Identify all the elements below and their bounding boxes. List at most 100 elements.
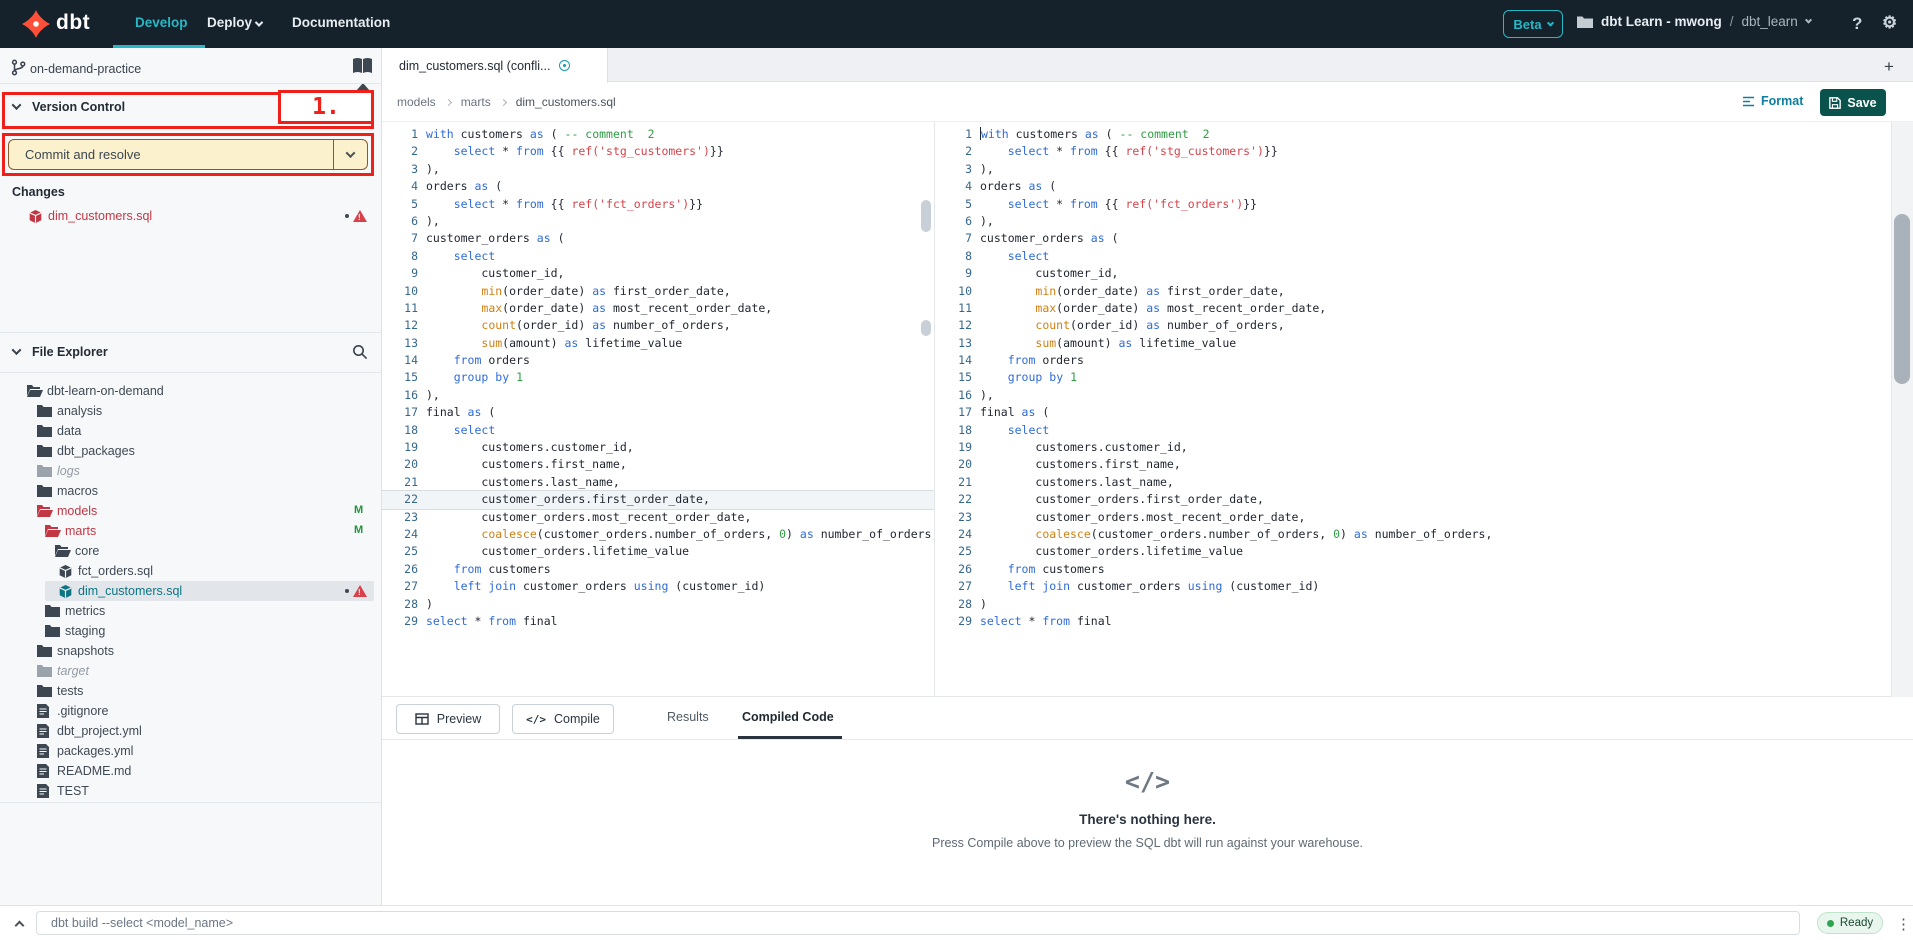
- code-line-25[interactable]: 25 customer_orders.lifetime_value: [382, 543, 934, 560]
- tree-item--gitignore[interactable]: .gitignore: [0, 701, 380, 721]
- tree-item-dbt-packages[interactable]: dbt_packages: [0, 441, 380, 461]
- code-line-18[interactable]: 18 select: [936, 422, 1891, 439]
- code-line-27[interactable]: 27 left join customer_orders using (cust…: [936, 578, 1891, 595]
- tree-item-core[interactable]: core: [0, 541, 380, 561]
- code-line-13[interactable]: 13 sum(amount) as lifetime_value: [382, 335, 934, 352]
- code-line-12[interactable]: 12 count(order_id) as number_of_orders,: [382, 317, 934, 334]
- code-line-3[interactable]: 3),: [936, 161, 1891, 178]
- compile-button[interactable]: </> Compile: [512, 704, 614, 734]
- code-line-8[interactable]: 8 select: [936, 248, 1891, 265]
- code-line-17[interactable]: 17final as (: [936, 404, 1891, 421]
- code-pane-right[interactable]: 1with customers as ( -- comment 22 selec…: [936, 122, 1891, 697]
- code-line-2[interactable]: 2 select * from {{ ref('stg_customers')}…: [936, 143, 1891, 160]
- code-line-14[interactable]: 14 from orders: [936, 352, 1891, 369]
- code-line-13[interactable]: 13 sum(amount) as lifetime_value: [936, 335, 1891, 352]
- settings-gear-icon[interactable]: ⚙: [1882, 13, 1897, 33]
- tree-item-tests[interactable]: tests: [0, 681, 380, 701]
- code-line-9[interactable]: 9 customer_id,: [936, 265, 1891, 282]
- dbt-logo-icon[interactable]: [22, 10, 50, 38]
- tree-item-data[interactable]: data: [0, 421, 380, 441]
- tree-item-logs[interactable]: logs: [0, 461, 380, 481]
- code-line-20[interactable]: 20 customers.first_name,: [382, 456, 934, 473]
- code-line-1[interactable]: 1with customers as ( -- comment 2: [936, 126, 1891, 143]
- save-button[interactable]: Save: [1820, 89, 1886, 116]
- nav-develop[interactable]: Develop: [135, 15, 188, 30]
- code-line-14[interactable]: 14 from orders: [382, 352, 934, 369]
- code-line-29[interactable]: 29select * from final: [936, 613, 1891, 630]
- code-line-1[interactable]: 1with customers as ( -- comment 2: [382, 126, 934, 143]
- tree-item-staging[interactable]: staging: [0, 621, 380, 641]
- code-line-29[interactable]: 29select * from final: [382, 613, 934, 630]
- code-line-23[interactable]: 23 customer_orders.most_recent_order_dat…: [382, 509, 934, 526]
- code-line-10[interactable]: 10 min(order_date) as first_order_date,: [936, 283, 1891, 300]
- code-line-19[interactable]: 19 customers.customer_id,: [936, 439, 1891, 456]
- code-line-16[interactable]: 16),: [382, 387, 934, 404]
- code-line-19[interactable]: 19 customers.customer_id,: [382, 439, 934, 456]
- breadcrumb-file[interactable]: dim_customers.sql: [516, 95, 616, 109]
- tree-item-models[interactable]: modelsM: [0, 501, 380, 521]
- tree-item-readme-md[interactable]: README.md: [0, 761, 380, 781]
- code-line-24[interactable]: 24 coalesce(customer_orders.number_of_or…: [936, 526, 1891, 543]
- code-line-7[interactable]: 7customer_orders as (: [382, 230, 934, 247]
- nav-deploy[interactable]: Deploy: [207, 15, 262, 30]
- tree-item-dbt-learn-on-demand[interactable]: dbt-learn-on-demand: [0, 381, 380, 401]
- tree-item-fct-orders-sql[interactable]: fct_orders.sql: [0, 561, 380, 581]
- code-line-5[interactable]: 5 select * from {{ ref('fct_orders')}}: [936, 196, 1891, 213]
- code-line-15[interactable]: 15 group by 1: [936, 369, 1891, 386]
- code-line-15[interactable]: 15 group by 1: [382, 369, 934, 386]
- code-line-4[interactable]: 4orders as (: [936, 178, 1891, 195]
- code-line-3[interactable]: 3),: [382, 161, 934, 178]
- tree-item-dbt-project-yml[interactable]: dbt_project.yml: [0, 721, 380, 741]
- tab-dim-customers[interactable]: dim_customers.sql (confli...: [382, 48, 608, 83]
- account-switcher[interactable]: dbt Learn - mwong / dbt_learn: [1577, 14, 1811, 29]
- tree-item-test[interactable]: TEST: [0, 781, 380, 801]
- code-line-9[interactable]: 9 customer_id,: [382, 265, 934, 282]
- right-scrollbar-thumb[interactable]: [1894, 214, 1910, 384]
- code-line-27[interactable]: 27 left join customer_orders using (cust…: [382, 578, 934, 595]
- code-line-8[interactable]: 8 select: [382, 248, 934, 265]
- code-line-6[interactable]: 6),: [936, 213, 1891, 230]
- tree-item-marts[interactable]: martsM: [0, 521, 380, 541]
- tab-results[interactable]: Results: [667, 710, 709, 724]
- tree-item-metrics[interactable]: metrics: [0, 601, 380, 621]
- code-line-23[interactable]: 23 customer_orders.most_recent_order_dat…: [936, 509, 1891, 526]
- code-line-26[interactable]: 26 from customers: [936, 561, 1891, 578]
- collapse-chevron-up-icon[interactable]: [15, 921, 25, 931]
- kebab-menu-icon[interactable]: ⋮: [1896, 915, 1911, 933]
- new-tab-plus-icon[interactable]: +: [1884, 57, 1894, 77]
- breadcrumb-marts[interactable]: marts: [461, 95, 491, 109]
- code-line-22[interactable]: 22 customer_orders.first_order_date,: [382, 491, 934, 508]
- help-icon[interactable]: ?: [1852, 14, 1862, 34]
- left-pane-scrollbar-thumb[interactable]: [921, 200, 931, 232]
- code-line-21[interactable]: 21 customers.last_name,: [936, 474, 1891, 491]
- code-pane-left[interactable]: 1with customers as ( -- comment 22 selec…: [382, 122, 935, 697]
- breadcrumb-models[interactable]: models: [397, 95, 436, 109]
- beta-dropdown[interactable]: Beta: [1503, 10, 1563, 38]
- code-line-12[interactable]: 12 count(order_id) as number_of_orders,: [936, 317, 1891, 334]
- code-line-25[interactable]: 25 customer_orders.lifetime_value: [936, 543, 1891, 560]
- nav-documentation[interactable]: Documentation: [292, 15, 390, 30]
- code-line-22[interactable]: 22 customer_orders.first_order_date,: [936, 491, 1891, 508]
- code-line-28[interactable]: 28): [382, 596, 934, 613]
- code-line-17[interactable]: 17final as (: [382, 404, 934, 421]
- code-line-18[interactable]: 18 select: [382, 422, 934, 439]
- tab-compiled-code[interactable]: Compiled Code: [742, 710, 834, 724]
- code-line-20[interactable]: 20 customers.first_name,: [936, 456, 1891, 473]
- code-line-4[interactable]: 4orders as (: [382, 178, 934, 195]
- code-line-11[interactable]: 11 max(order_date) as most_recent_order_…: [936, 300, 1891, 317]
- command-input[interactable]: dbt build --select <model_name>: [36, 911, 1800, 935]
- tree-item-macros[interactable]: macros: [0, 481, 380, 501]
- tree-item-target[interactable]: target: [0, 661, 380, 681]
- code-line-16[interactable]: 16),: [936, 387, 1891, 404]
- code-line-21[interactable]: 21 customers.last_name,: [382, 474, 934, 491]
- code-line-2[interactable]: 2 select * from {{ ref('stg_customers')}…: [382, 143, 934, 160]
- right-scrollbar-track[interactable]: [1891, 122, 1913, 697]
- tree-item-snapshots[interactable]: snapshots: [0, 641, 380, 661]
- code-line-26[interactable]: 26 from customers: [382, 561, 934, 578]
- preview-button[interactable]: Preview: [396, 704, 500, 734]
- tree-item-packages-yml[interactable]: packages.yml: [0, 741, 380, 761]
- code-line-7[interactable]: 7customer_orders as (: [936, 230, 1891, 247]
- tree-item-analysis[interactable]: analysis: [0, 401, 380, 421]
- code-line-5[interactable]: 5 select * from {{ ref('fct_orders')}}: [382, 196, 934, 213]
- code-line-28[interactable]: 28): [936, 596, 1891, 613]
